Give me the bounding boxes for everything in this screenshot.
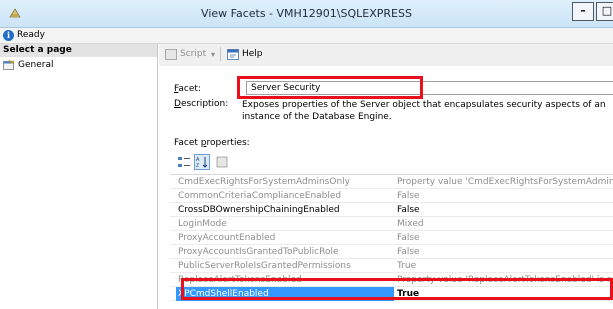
property-name: CommonCriteriaComplianceEnabled: [178, 191, 342, 201]
description-text: Exposes properties of the Server object …: [242, 100, 606, 122]
property-name: PublicServerRoleIsGrantedPermissions: [178, 261, 351, 271]
property-name: ProxyAccountIsGrantedToPublicRole: [178, 247, 339, 257]
property-name: XPCmdShellEnabled: [176, 287, 394, 301]
main-content: Facet: Server Security Description: Expo…: [159, 66, 613, 309]
property-row[interactable]: PublicServerRoleIsGrantedPermissions True: [170, 259, 613, 273]
description-label: Description:: [174, 99, 229, 109]
select-page-panel: Select a page General: [0, 44, 158, 309]
title-bar: View Facets - VMH12901\SQLEXPRESS – □: [0, 0, 613, 28]
toolbar: Script ▾ Help: [159, 44, 613, 66]
property-value[interactable]: Property value 'CmdExecRightsForSystemAd…: [397, 175, 613, 189]
maximize-button[interactable]: □: [596, 2, 613, 21]
minimize-button[interactable]: –: [572, 2, 594, 21]
property-name: ReplaceAlertTokensEnabled: [178, 275, 302, 285]
help-label: Help: [242, 49, 263, 59]
toolbar-separator: [220, 47, 221, 61]
window-title: View Facets - VMH12901\SQLEXPRESS: [201, 7, 412, 20]
facet-label: Facet:: [174, 84, 201, 94]
properties-page-icon: [3, 60, 15, 70]
property-row[interactable]: XPCmdShellEnabled True: [170, 287, 613, 301]
page-label: General: [18, 60, 54, 70]
property-name: CrossDBOwnershipChainingEnabled: [178, 205, 340, 215]
property-row[interactable]: LoginMode Mixed: [170, 217, 613, 231]
script-label: Script: [180, 49, 207, 59]
property-value[interactable]: True: [397, 287, 613, 301]
facet-properties-label: Facet properties:: [174, 138, 250, 148]
property-row[interactable]: ReplaceAlertTokensEnabled Property value …: [170, 273, 613, 287]
property-value[interactable]: True: [397, 259, 613, 273]
alphabetical-sort-icon: A Z: [196, 157, 208, 169]
property-value[interactable]: False: [397, 203, 613, 217]
select-page-header: Select a page: [0, 44, 157, 57]
property-row[interactable]: ProxyAccountIsGrantedToPublicRole False: [170, 245, 613, 259]
property-grid[interactable]: CmdExecRightsForSystemAdminsOnly Property…: [170, 174, 613, 309]
property-row[interactable]: ProxyAccountEnabled False: [170, 231, 613, 245]
info-icon: i: [3, 30, 14, 41]
property-value[interactable]: Property value 'ReplaceAlertTokensEnable…: [397, 273, 613, 287]
property-row[interactable]: CmdExecRightsForSystemAdminsOnly Property…: [170, 175, 613, 189]
categorized-icon[interactable]: [176, 154, 192, 170]
property-name: ProxyAccountEnabled: [178, 233, 276, 243]
property-value[interactable]: False: [397, 189, 613, 203]
property-row[interactable]: CommonCriteriaComplianceEnabled False: [170, 189, 613, 203]
property-row[interactable]: CrossDBOwnershipChainingEnabled False: [170, 203, 613, 217]
property-name: CmdExecRightsForSystemAdminsOnly: [178, 177, 350, 187]
property-value[interactable]: False: [397, 231, 613, 245]
facet-select[interactable]: Server Security: [246, 81, 613, 95]
script-icon: [165, 49, 177, 60]
property-value[interactable]: False: [397, 245, 613, 259]
chevron-down-icon[interactable]: ▾: [211, 48, 215, 61]
status-text: Ready: [17, 30, 45, 40]
alphabetical-button[interactable]: A Z: [194, 154, 210, 170]
property-pages-icon[interactable]: [214, 154, 230, 170]
property-value[interactable]: Mixed: [397, 217, 613, 231]
help-icon: [227, 49, 239, 60]
status-bar: i Ready: [0, 28, 613, 44]
property-name: LoginMode: [178, 219, 227, 229]
svg-text:Z: Z: [196, 163, 199, 169]
